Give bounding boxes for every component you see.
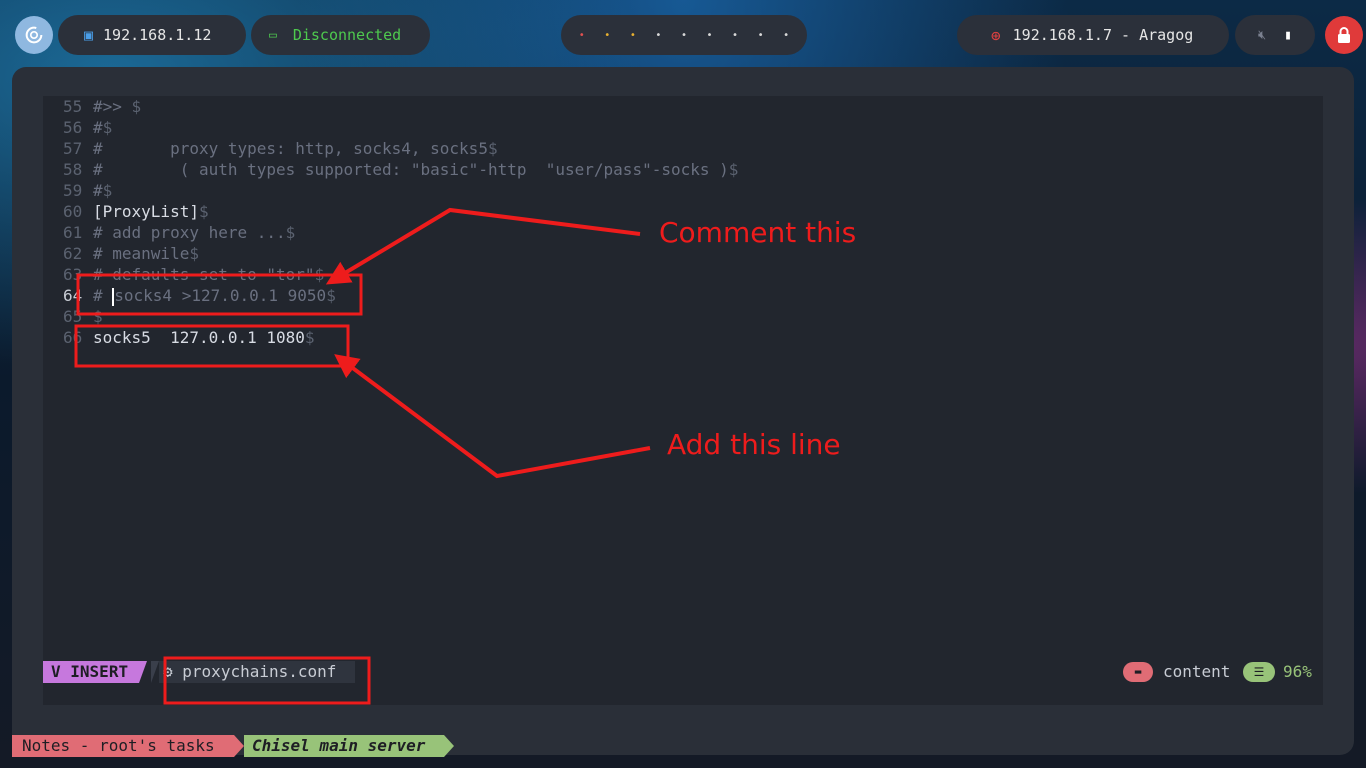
directory-label: content xyxy=(1163,662,1231,681)
line-text: # proxy types: http, socks4, socks5 xyxy=(93,139,488,158)
workspace-dot[interactable]: • xyxy=(706,30,712,41)
tmux-tab-notes[interactable]: Notes - root's tasks xyxy=(12,735,234,757)
vpn-status-label: Disconnected xyxy=(292,26,402,44)
line-content: #>> $ xyxy=(93,96,141,117)
line-content: # meanwile$ xyxy=(93,243,199,264)
lock-icon xyxy=(1338,27,1350,43)
lines-icon: ☰ xyxy=(1243,662,1275,682)
line-number: 62 xyxy=(63,244,83,263)
speaker-muted-icon[interactable]: 🔇︎ xyxy=(1258,28,1266,43)
separator xyxy=(151,661,159,683)
line-text: # defaults set to "tor" xyxy=(93,265,315,284)
filename-segment: ⚙ proxychains.conf xyxy=(163,661,336,683)
line-content: # defaults set to "tor"$ xyxy=(93,264,324,285)
local-ip-widget[interactable]: ▣ 192.168.1.12 xyxy=(58,15,246,55)
mode-separator xyxy=(139,661,147,683)
terminal-window[interactable]: 55 #>> $56 #$ 57 # proxy types: http, socks4… xyxy=(12,67,1354,755)
line-content: # ( auth types supported: "basic"-http "… xyxy=(93,159,738,180)
end-of-line-marker: $ xyxy=(728,160,739,179)
end-of-line-marker: $ xyxy=(285,223,296,242)
lock-button[interactable] xyxy=(1325,16,1363,54)
line-number: 55 xyxy=(63,97,83,116)
end-of-line-marker: $ xyxy=(304,328,315,347)
workspace-dot[interactable]: • xyxy=(655,30,661,41)
tab-arrow xyxy=(444,735,454,757)
vim-icon: V xyxy=(51,662,61,681)
line-content: [ProxyList]$ xyxy=(93,201,209,222)
workspace-dot[interactable]: • xyxy=(630,30,636,41)
mode-label: INSERT xyxy=(70,662,129,681)
workspace-dot[interactable]: • xyxy=(758,30,764,41)
line-content: $ xyxy=(93,306,103,327)
workspace-dot[interactable]: • xyxy=(604,30,610,41)
line-text: # meanwile xyxy=(93,244,190,263)
comment-prefix: # xyxy=(93,286,113,305)
end-of-line-marker: $ xyxy=(198,202,209,221)
line-number: 60 xyxy=(63,202,83,221)
workspace-dot[interactable]: • xyxy=(681,30,687,41)
line-number: 66 xyxy=(63,328,83,347)
end-of-line-marker: $ xyxy=(102,181,113,200)
line-text: # ( auth types supported: "basic"-http "… xyxy=(93,160,729,179)
workspace-switcher[interactable]: • • • • • • • • • xyxy=(561,15,807,55)
target-label: 192.168.1.7 - Aragog xyxy=(1012,26,1194,44)
end-of-line-marker: $ xyxy=(131,97,142,116)
target-widget[interactable]: ⊕ 192.168.1.7 - Aragog xyxy=(957,15,1229,55)
line-text: [ProxyList] xyxy=(93,202,199,221)
line-text: socks4 >127.0.0.1 9050 xyxy=(114,286,327,305)
workspace-dot[interactable]: • xyxy=(783,30,789,41)
end-of-line-marker: $ xyxy=(189,244,199,263)
add-this-line-label: Add this line xyxy=(667,428,841,461)
line-text: # xyxy=(93,181,103,200)
line-text: # add proxy here ... xyxy=(93,223,286,242)
vim-statusline: V INSERT ⚙ proxychains.conf ▬ content ☰ … xyxy=(43,661,1323,683)
gear-icon: ⚙ xyxy=(163,662,173,681)
local-ip-label: 192.168.1.12 xyxy=(103,26,212,44)
end-of-line-marker: $ xyxy=(102,118,113,137)
line-number: 58 xyxy=(63,160,83,179)
end-of-line-marker: $ xyxy=(326,286,336,305)
filename-label: proxychains.conf xyxy=(182,662,337,681)
folder-icon: ▬ xyxy=(1123,662,1153,682)
line-text: socks5 127.0.0.1 1080 xyxy=(93,328,305,347)
crosshair-icon: ⊕ xyxy=(991,25,1001,45)
line-content: socks5 127.0.0.1 1080$ xyxy=(93,327,315,348)
line-content: # add proxy here ...$ xyxy=(93,222,295,243)
tmux-tab-chisel[interactable]: Chisel main server xyxy=(244,735,444,757)
comment-this-label: Comment this xyxy=(659,216,857,249)
end-of-line-marker: $ xyxy=(487,139,498,158)
line-content: #$ xyxy=(93,117,112,138)
line-number: 63 xyxy=(63,265,83,284)
app-launcher-button[interactable] xyxy=(15,16,53,54)
line-text: #>> xyxy=(93,97,132,116)
battery-icon[interactable]: ▮ xyxy=(1284,28,1292,43)
line-content: # proxy types: http, socks4, socks5$ xyxy=(93,138,498,159)
workspace-dot[interactable]: • xyxy=(579,30,585,41)
line-content: #$ xyxy=(93,180,112,201)
line-number: 64 xyxy=(63,286,83,305)
line-number: 56 xyxy=(63,118,83,137)
system-tray[interactable]: 🔇︎ ▮ xyxy=(1235,15,1315,55)
line-number: 59 xyxy=(63,181,83,200)
vpn-status-widget[interactable]: ▭ Disconnected xyxy=(251,15,430,55)
command-line[interactable] xyxy=(43,683,1323,705)
percent-label: 96% xyxy=(1283,662,1312,681)
line-number: 65 xyxy=(63,307,83,326)
tab-arrow xyxy=(234,735,244,757)
line-content: # socks4 >127.0.0.1 9050$ xyxy=(93,285,336,306)
end-of-line-marker: $ xyxy=(93,307,103,326)
vim-editor[interactable]: 55 #>> $56 #$ 57 # proxy types: http, socks4… xyxy=(43,96,1323,704)
mode-indicator: V INSERT xyxy=(43,661,139,683)
workspace-dot[interactable]: • xyxy=(732,30,738,41)
laptop-icon: ▭ xyxy=(269,27,277,43)
end-of-line-marker: $ xyxy=(314,265,325,284)
network-icon: ▣ xyxy=(84,26,94,44)
line-text: # xyxy=(93,118,103,137)
debian-swirl-icon xyxy=(25,26,43,44)
line-number: 61 xyxy=(63,223,83,242)
line-number: 57 xyxy=(63,139,83,158)
